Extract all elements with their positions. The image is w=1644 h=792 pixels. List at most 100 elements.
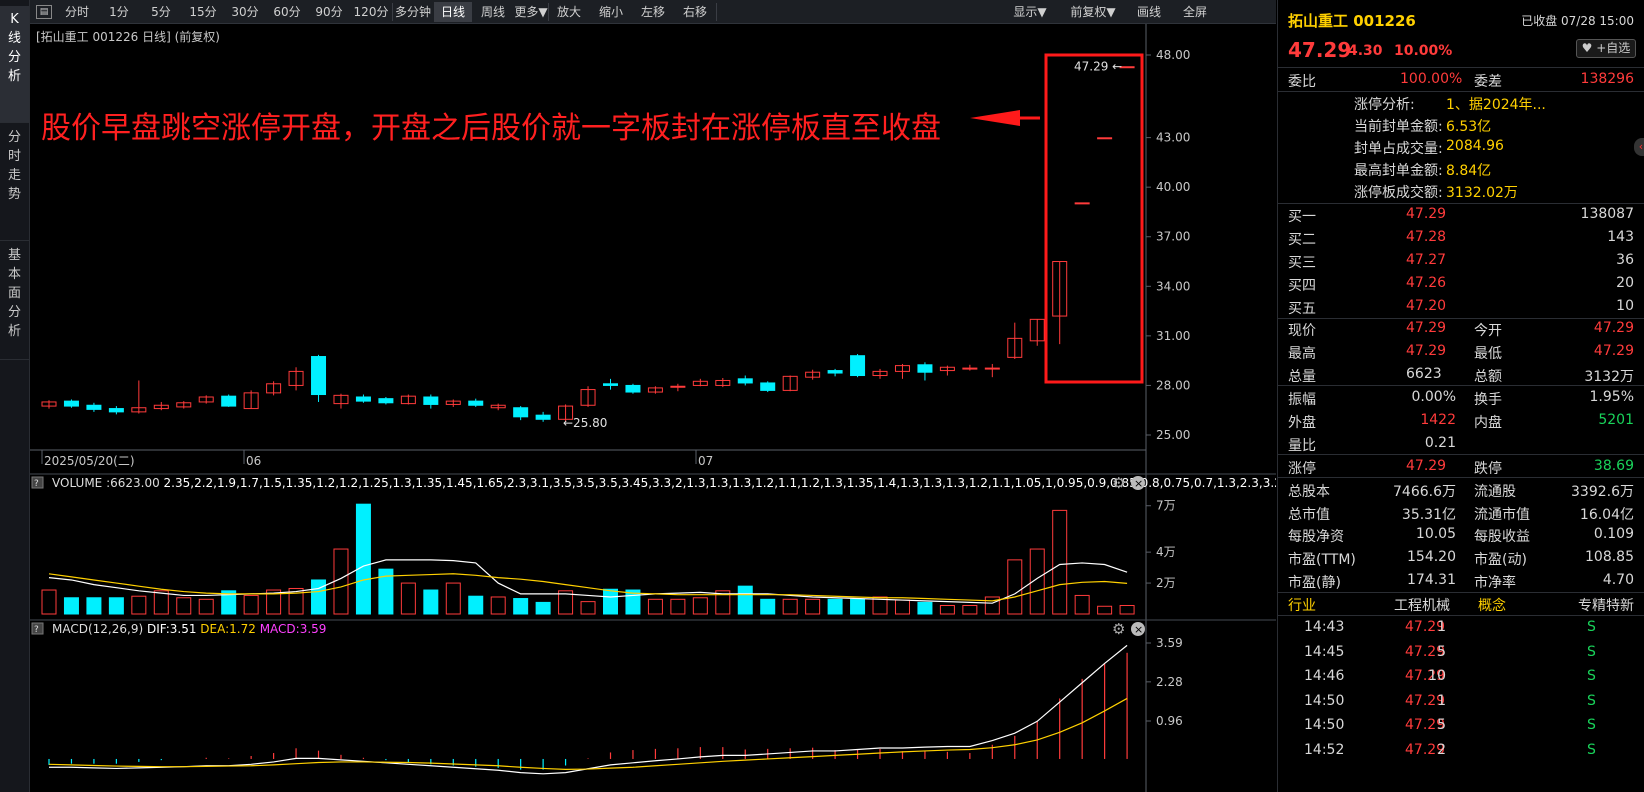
- tick-volume: 10: [1428, 668, 1446, 684]
- candle-body[interactable]: [984, 367, 1000, 370]
- settings-icon[interactable]: ⚙: [1112, 620, 1125, 638]
- divider: [1278, 477, 1644, 478]
- candle-body[interactable]: [423, 396, 439, 405]
- tick-side: S: [1587, 668, 1596, 684]
- toolbar-btn-1[interactable]: 1分: [98, 2, 140, 22]
- bid-price: 47.29: [1406, 206, 1447, 222]
- side-tab-0[interactable]: K线分析: [0, 6, 29, 123]
- candle-body[interactable]: [760, 382, 776, 391]
- tick-side: S: [1587, 692, 1596, 709]
- date-label: 07: [698, 454, 713, 468]
- toolbar-btn-3[interactable]: 15分: [182, 2, 224, 22]
- tick-time: 14:43: [1304, 619, 1345, 635]
- candle-body[interactable]: [827, 370, 843, 374]
- toolbar-btn-5[interactable]: 60分: [266, 2, 308, 22]
- volume-bar: [490, 596, 506, 615]
- toolbar-btn-7[interactable]: 120分: [350, 2, 392, 22]
- volume-bar: [782, 598, 798, 615]
- candle-body[interactable]: [1074, 202, 1090, 205]
- market-status: 已收盘 07/28 15:00: [1521, 14, 1634, 28]
- weibi-value: 100.00%: [1400, 71, 1463, 87]
- limit-analysis-value: 6.53亿: [1446, 119, 1492, 135]
- candle-body[interactable]: [86, 404, 102, 410]
- collapse-arrow-icon[interactable]: ‹: [1634, 138, 1644, 156]
- tick-time: 14:52: [1304, 741, 1345, 758]
- stat-label: 总量: [1288, 369, 1316, 385]
- candle-body[interactable]: [850, 355, 866, 377]
- annotation-text: 股价早盘跳空涨停开盘，开盘之后股价就一字板封在涨停板直至收盘: [41, 111, 941, 146]
- bid-level-label: 买四: [1288, 278, 1316, 294]
- toolbar-btn-9[interactable]: 日线: [434, 2, 472, 22]
- candle-body[interactable]: [513, 407, 529, 418]
- stat-value: 47.29: [1593, 320, 1634, 336]
- settings-icon[interactable]: ⚙: [1112, 474, 1125, 492]
- volume-bar: [86, 597, 102, 615]
- candle-body[interactable]: [737, 378, 753, 384]
- candle-body[interactable]: [535, 414, 551, 420]
- price-tick-label: 37.00: [1156, 230, 1190, 244]
- price-tick-label: 48.00: [1156, 48, 1190, 62]
- tick-volume: 1: [1437, 619, 1446, 635]
- toolbar-btn-6[interactable]: 90分: [308, 2, 350, 22]
- toolbar-btn-15[interactable]: 右移: [674, 2, 716, 22]
- candle-body[interactable]: [311, 356, 327, 396]
- concept-value: 专精特新: [1578, 598, 1634, 614]
- macd-tick-label: 2.28: [1156, 675, 1183, 689]
- limit-analysis-value: 3132.02万: [1446, 185, 1518, 201]
- tick-volume: 1: [1437, 692, 1446, 709]
- side-tab-char: 析: [7, 324, 21, 339]
- candle-body[interactable]: [108, 408, 124, 413]
- side-tab-char: 分: [7, 50, 21, 65]
- toolbar-right-btn-3[interactable]: 全屏: [1174, 2, 1216, 22]
- tick-side: S: [1587, 643, 1596, 660]
- toolbar-btn-0[interactable]: 分时: [56, 2, 98, 22]
- volume-bar: [962, 604, 978, 615]
- volume-bar: [1052, 509, 1068, 615]
- bid-level-label: 买五: [1288, 301, 1316, 317]
- candle-body[interactable]: [603, 383, 618, 386]
- price-tick-label: 28.00: [1156, 378, 1190, 392]
- toolbar-btn-10[interactable]: 周线: [472, 2, 514, 22]
- candle-body[interactable]: [355, 396, 371, 402]
- tick-volume: 5: [1437, 717, 1446, 733]
- volume-tick-label: 4万: [1156, 545, 1176, 559]
- limit-analysis-value: 8.84亿: [1446, 163, 1492, 179]
- fund-value: 154.20: [1407, 549, 1456, 566]
- toolbar-btn-11[interactable]: 更多▼: [514, 2, 548, 22]
- toolbar-right-btn-0[interactable]: 显示▼: [1002, 2, 1058, 22]
- toolbar-right-btn-1[interactable]: 前复权▼: [1062, 2, 1124, 22]
- toolbar-btn-12[interactable]: 放大: [548, 2, 590, 22]
- quote-panel: 拓山重工 001226 已收盘 07/28 15:00 47.29 4.30 10.00…: [1277, 0, 1644, 792]
- candle-body[interactable]: [1097, 137, 1113, 140]
- stat-value: 47.29: [1593, 343, 1634, 359]
- side-tab-1[interactable]: 分时走势: [0, 124, 29, 241]
- side-tab-char: 走: [7, 168, 21, 183]
- tick-time: 14:46: [1304, 668, 1345, 684]
- add-watchlist-button[interactable]: ♥ +自选: [1576, 39, 1636, 58]
- toolbar-btn-4[interactable]: 30分: [224, 2, 266, 22]
- candle-body[interactable]: [625, 384, 641, 393]
- fund-value: 10.05: [1415, 526, 1456, 543]
- volume-bar: [176, 597, 192, 615]
- stat-label: 内盘: [1474, 415, 1502, 431]
- candle-body[interactable]: [378, 398, 394, 404]
- stat-label: 振幅: [1288, 392, 1316, 408]
- candle-body[interactable]: [63, 400, 79, 407]
- candle-body[interactable]: [221, 395, 237, 407]
- toolbar-btn-2[interactable]: 5分: [140, 2, 182, 22]
- candle-body[interactable]: [670, 385, 686, 388]
- toolbar-btn-13[interactable]: 缩小: [590, 2, 632, 22]
- side-tab-2[interactable]: 基本面分析: [0, 242, 29, 360]
- volume-bar: [63, 597, 79, 615]
- tick-time: 14:45: [1304, 643, 1345, 660]
- candle-body[interactable]: [468, 400, 484, 406]
- toolbar-right-btn-2[interactable]: 画线: [1128, 2, 1170, 22]
- candle-body[interactable]: [917, 364, 933, 373]
- menu-icon[interactable]: ▤: [36, 5, 52, 19]
- macd-dif-line: [49, 644, 1128, 775]
- toolbar-btn-8[interactable]: 多分钟: [392, 2, 434, 22]
- toolbar-btn-14[interactable]: 左移: [632, 2, 674, 22]
- macd-tick-label: 3.59: [1156, 636, 1183, 650]
- candle-body[interactable]: [962, 367, 978, 370]
- volume-bar: [647, 598, 663, 615]
